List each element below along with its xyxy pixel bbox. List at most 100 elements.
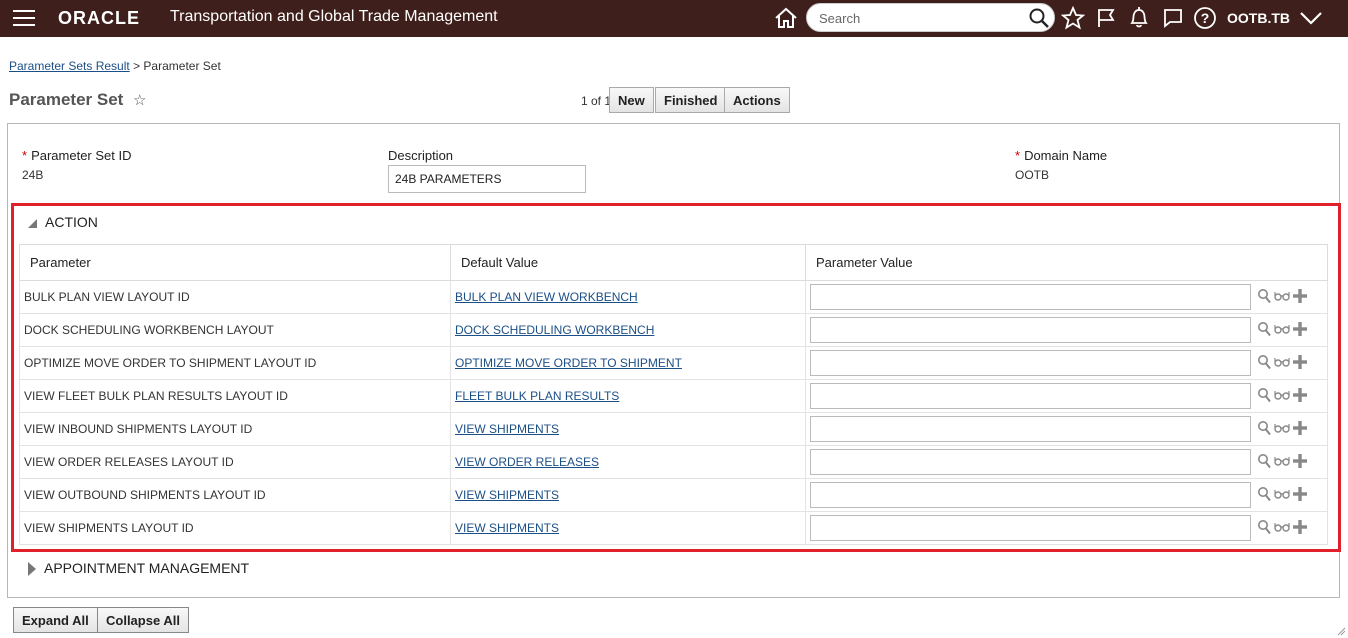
plus-icon[interactable] — [1293, 520, 1307, 534]
section-appointment-title: APPOINTMENT MANAGEMENT — [44, 560, 250, 576]
star-icon[interactable] — [1059, 5, 1087, 31]
plus-icon[interactable] — [1293, 487, 1307, 501]
user-name[interactable]: OOTB.TB — [1227, 10, 1290, 26]
breadcrumb-separator: > — [133, 59, 141, 73]
parameter-cell: VIEW FLEET BULK PLAN RESULTS LAYOUT ID — [19, 379, 451, 413]
flag-icon[interactable] — [1092, 5, 1120, 31]
magnifier-icon[interactable] — [1257, 387, 1271, 403]
column-header-parameter-value[interactable]: Parameter Value — [805, 244, 1328, 281]
bell-icon[interactable] — [1125, 5, 1153, 31]
default-value-cell: DOCK SCHEDULING WORKBENCH — [450, 313, 806, 347]
glasses-icon[interactable] — [1274, 521, 1290, 533]
default-value-cell: FLEET BULK PLAN RESULTS — [450, 379, 806, 413]
default-value-link[interactable]: BULK PLAN VIEW WORKBENCH — [455, 290, 638, 304]
collapse-all-button[interactable]: Collapse All — [97, 607, 189, 633]
parameter-cell: VIEW SHIPMENTS LAYOUT ID — [19, 511, 451, 545]
parameter-cell: VIEW OUTBOUND SHIPMENTS LAYOUT ID — [19, 478, 451, 512]
plus-icon[interactable] — [1293, 421, 1307, 435]
row-actions — [1257, 321, 1307, 337]
breadcrumb-parent-link[interactable]: Parameter Sets Result — [9, 59, 130, 73]
oracle-logo: ORACLE — [58, 8, 140, 28]
search-box — [806, 3, 1055, 32]
column-header-default-value[interactable]: Default Value — [450, 244, 806, 281]
parameter-cell: VIEW INBOUND SHIPMENTS LAYOUT ID — [19, 412, 451, 446]
param-set-id-value: 24B — [22, 168, 44, 182]
magnifier-icon[interactable] — [1257, 420, 1271, 436]
plus-icon[interactable] — [1293, 388, 1307, 402]
collapse-triangle-icon — [28, 218, 37, 228]
finished-button[interactable]: Finished — [655, 87, 727, 113]
parameter-cell: VIEW ORDER RELEASES LAYOUT ID — [19, 445, 451, 479]
default-value-cell: OPTIMIZE MOVE ORDER TO SHIPMENT — [450, 346, 806, 380]
default-value-link[interactable]: DOCK SCHEDULING WORKBENCH — [455, 323, 654, 337]
search-input[interactable] — [819, 9, 1019, 27]
parameter-value-cell — [805, 478, 1328, 512]
glasses-icon[interactable] — [1274, 422, 1290, 434]
magnifier-icon[interactable] — [1257, 486, 1271, 502]
magnifier-icon[interactable] — [1257, 519, 1271, 535]
actions-button[interactable]: Actions — [724, 87, 790, 113]
column-header-parameter[interactable]: Parameter — [19, 244, 451, 281]
new-button[interactable]: New — [609, 87, 654, 113]
parameter-value-cell — [805, 511, 1328, 545]
magnifier-icon[interactable] — [1257, 354, 1271, 370]
default-value-cell: VIEW SHIPMENTS — [450, 478, 806, 512]
magnifier-icon[interactable] — [1257, 321, 1271, 337]
parameter-value-cell — [805, 445, 1328, 479]
parameter-value-input[interactable] — [810, 515, 1251, 541]
glasses-icon[interactable] — [1274, 389, 1290, 401]
glasses-icon[interactable] — [1274, 488, 1290, 500]
default-value-link[interactable]: OPTIMIZE MOVE ORDER TO SHIPMENT — [455, 356, 682, 370]
parameters-table: Parameter Default Value Parameter Value … — [19, 244, 1328, 545]
magnifier-icon[interactable] — [1257, 453, 1271, 469]
favorite-star-icon[interactable]: ☆ — [133, 91, 146, 109]
parameter-value-input[interactable] — [810, 284, 1251, 310]
app-title: Transportation and Global Trade Manageme… — [170, 8, 498, 25]
row-actions — [1257, 354, 1307, 370]
help-icon[interactable]: ? — [1191, 5, 1219, 31]
parameter-value-input[interactable] — [810, 317, 1251, 343]
home-icon[interactable] — [772, 5, 800, 31]
default-value-link[interactable]: VIEW SHIPMENTS — [455, 521, 559, 535]
parameter-value-input[interactable] — [810, 383, 1251, 409]
parameter-value-input[interactable] — [810, 449, 1251, 475]
default-value-link[interactable]: VIEW SHIPMENTS — [455, 488, 559, 502]
parameter-cell: BULK PLAN VIEW LAYOUT ID — [19, 280, 451, 314]
description-field[interactable] — [388, 165, 586, 193]
description-label: Description — [388, 148, 454, 163]
table-row: BULK PLAN VIEW LAYOUT ID BULK PLAN VIEW W… — [19, 280, 1328, 314]
svg-text:?: ? — [1201, 10, 1210, 26]
table-row: DOCK SCHEDULING WORKBENCH LAYOUT DOCK SCH… — [19, 313, 1328, 347]
param-set-id-label: * Parameter Set ID — [22, 148, 132, 163]
row-actions — [1257, 387, 1307, 403]
expand-all-button[interactable]: Expand All — [13, 607, 98, 633]
parameter-value-input[interactable] — [810, 482, 1251, 508]
chat-icon[interactable] — [1159, 5, 1187, 31]
glasses-icon[interactable] — [1274, 323, 1290, 335]
parameter-value-cell — [805, 313, 1328, 347]
row-actions — [1257, 519, 1307, 535]
section-appointment-header[interactable]: APPOINTMENT MANAGEMENT — [28, 560, 250, 577]
pager-count: 1 of 1 — [581, 94, 612, 108]
glasses-icon[interactable] — [1274, 356, 1290, 368]
parameter-value-input[interactable] — [810, 416, 1251, 442]
hamburger-icon[interactable] — [13, 10, 35, 26]
glasses-icon[interactable] — [1274, 290, 1290, 302]
parameter-value-input[interactable] — [810, 350, 1251, 376]
parameter-value-cell — [805, 412, 1328, 446]
plus-icon[interactable] — [1293, 355, 1307, 369]
glasses-icon[interactable] — [1274, 455, 1290, 467]
search-icon[interactable] — [1028, 7, 1050, 34]
default-value-link[interactable]: FLEET BULK PLAN RESULTS — [455, 389, 619, 403]
plus-icon[interactable] — [1293, 322, 1307, 336]
section-action-header[interactable]: ACTION — [28, 214, 98, 230]
plus-icon[interactable] — [1293, 454, 1307, 468]
top-bar: ORACLE Transportation and Global Trade M… — [0, 0, 1348, 37]
default-value-link[interactable]: VIEW ORDER RELEASES — [455, 455, 599, 469]
magnifier-icon[interactable] — [1257, 288, 1271, 304]
chevron-down-icon[interactable] — [1297, 5, 1325, 31]
resize-grip-icon[interactable] — [1336, 626, 1346, 636]
row-actions — [1257, 288, 1307, 304]
default-value-link[interactable]: VIEW SHIPMENTS — [455, 422, 559, 436]
plus-icon[interactable] — [1293, 289, 1307, 303]
